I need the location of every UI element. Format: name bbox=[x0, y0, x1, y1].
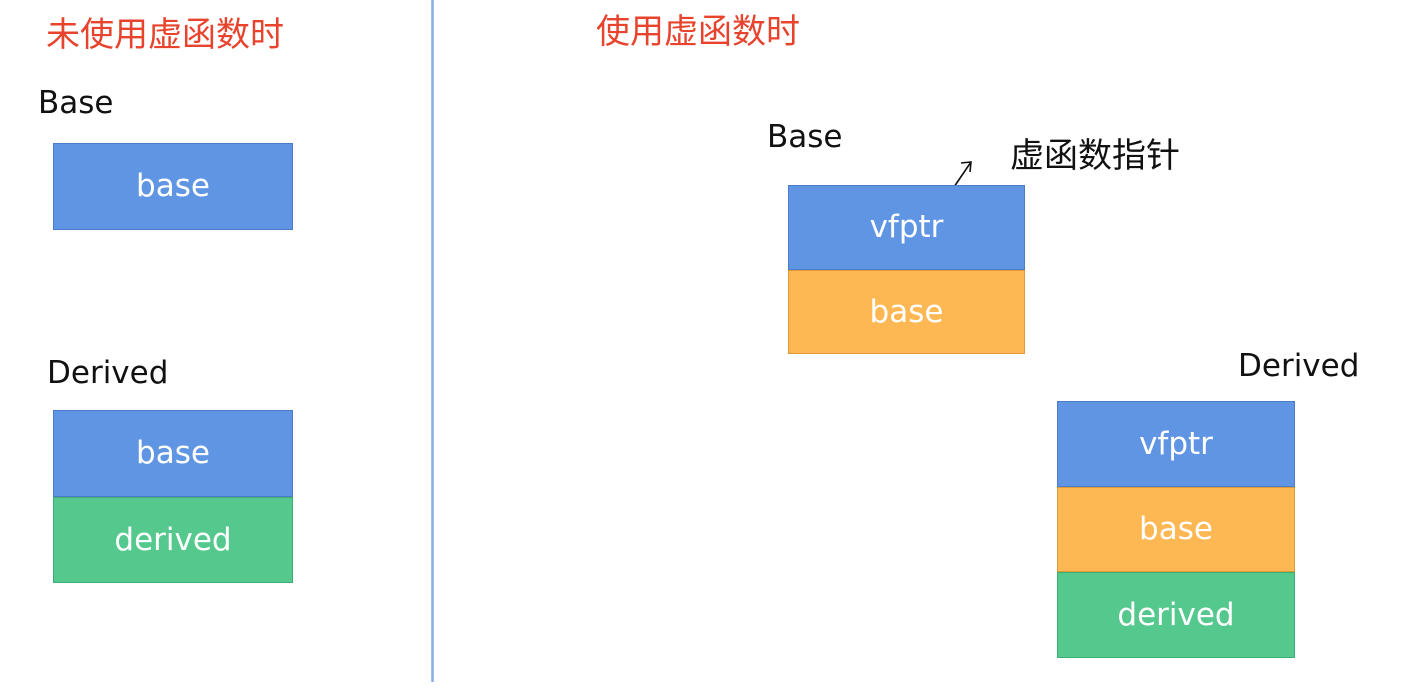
left-heading: 未使用虚函数时 bbox=[46, 15, 284, 55]
right-derived-vfptr-block: vfptr bbox=[1057, 401, 1295, 487]
vfptr-annotation: 虚函数指针 bbox=[1010, 136, 1180, 176]
left-derived-derived-block: derived bbox=[53, 497, 293, 583]
right-derived-derived-block: derived bbox=[1057, 572, 1295, 658]
right-base-vfptr-block: vfptr bbox=[788, 185, 1025, 270]
right-base-base-block: base bbox=[788, 270, 1025, 354]
section-divider bbox=[431, 0, 434, 682]
right-heading: 使用虚函数时 bbox=[596, 12, 800, 52]
left-base-label: Base bbox=[38, 85, 114, 121]
left-derived-base-block: base bbox=[53, 410, 293, 497]
left-base-block: base bbox=[53, 143, 293, 230]
right-base-label: Base bbox=[767, 119, 843, 155]
left-derived-label: Derived bbox=[47, 355, 169, 391]
right-derived-label: Derived bbox=[1238, 348, 1360, 384]
right-derived-base-block: base bbox=[1057, 487, 1295, 572]
